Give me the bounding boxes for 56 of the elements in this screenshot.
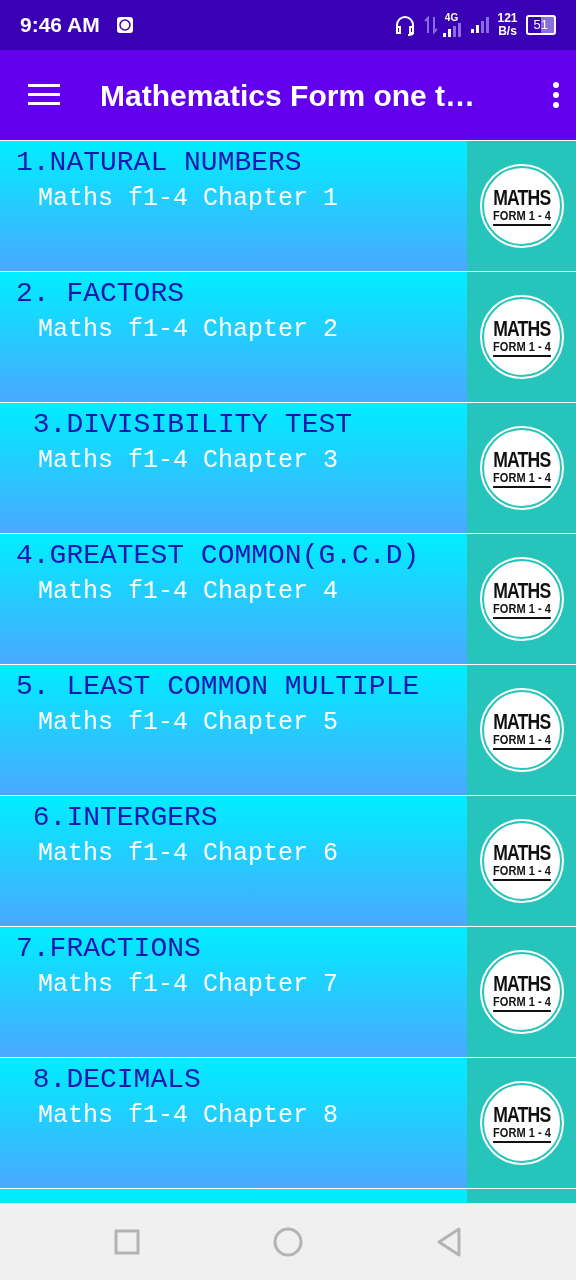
network-speed-text: 121	[497, 11, 518, 25]
logo-text: MATHS	[492, 448, 551, 471]
chapter-list-item[interactable]: 4.GREATEST COMMON(G.C.D) Maths f1-4 Chapter 4 MATHS FORM 1 - 4	[0, 534, 576, 664]
chapter-subtitle: Maths f1-4 Chapter 8	[38, 1100, 339, 1132]
logo-text: FORM 1 - 4	[492, 1125, 551, 1143]
chapter-title: 7.FRACTIONS	[16, 933, 201, 965]
chapter-list-item[interactable]: 7.FRACTIONS Maths f1-4 Chapter 7 MATHS FORM 1 - 4	[0, 927, 576, 1057]
more-options-icon[interactable]	[552, 81, 560, 109]
recent-apps-icon[interactable]	[114, 1228, 141, 1255]
chapter-title: 4.GREATEST COMMON(G.C.D)	[16, 540, 420, 572]
network-speed-unit: B/s	[498, 25, 517, 39]
chapter-list-item[interactable]: 3.DIVISIBILITY TEST Maths f1-4 Chapter 3 MATHS FORM 1 - 4	[0, 403, 576, 533]
signal-icon	[469, 17, 490, 33]
chapter-list-item[interactable]: 2. FACTORS Maths f1-4 Chapter 2 MATHS FORM 1 - 4	[0, 272, 576, 402]
chapter-subtitle: Maths f1-4 Chapter 7	[38, 969, 339, 1001]
battery-indicator: 51	[525, 15, 556, 35]
logo-text: FORM 1 - 4	[492, 863, 551, 881]
chapter-subtitle: Maths f1-4 Chapter 4	[38, 576, 339, 608]
headset-icon	[393, 14, 416, 36]
app-notification-icon	[115, 16, 134, 34]
logo-text: MATHS	[492, 186, 551, 209]
app-title: Mathematics Form one t…	[100, 77, 477, 114]
clock-text: 9:46 AM	[20, 12, 100, 39]
logo-text: FORM 1 - 4	[492, 994, 551, 1012]
data-arrows-icon	[423, 15, 438, 35]
logo-text: FORM 1 - 4	[492, 339, 551, 357]
logo-text: MATHS	[492, 841, 551, 864]
chapter-subtitle: Maths f1-4 Chapter 6	[38, 838, 339, 870]
logo-text: MATHS	[492, 710, 551, 733]
signal-icon	[441, 23, 462, 37]
home-icon[interactable]	[273, 1226, 303, 1257]
network-type-text: 4G	[444, 13, 459, 23]
chapter-subtitle: Maths f1-4 Chapter 2	[38, 314, 339, 346]
logo-text: FORM 1 - 4	[492, 470, 551, 488]
chapter-list-item[interactable]: 8.DECIMALS Maths f1-4 Chapter 8 MATHS FORM 1 - 4	[0, 1058, 576, 1188]
logo-text: FORM 1 - 4	[492, 732, 551, 750]
chapter-list-item[interactable]: 6.INTERGERS Maths f1-4 Chapter 6 MATHS FORM 1 - 4	[0, 796, 576, 926]
logo-text: MATHS	[492, 579, 551, 602]
logo-text: MATHS	[492, 317, 551, 340]
chapter-title: 1.NATURAL NUMBERS	[16, 147, 302, 179]
chapter-subtitle: Maths f1-4 Chapter 5	[38, 707, 339, 739]
logo-text: FORM 1 - 4	[492, 601, 551, 619]
chapter-subtitle: Maths f1-4 Chapter 3	[38, 445, 339, 477]
chapter-title: 2. FACTORS	[16, 278, 185, 310]
back-icon[interactable]	[435, 1226, 462, 1257]
logo-text: MATHS	[492, 972, 551, 995]
menu-icon[interactable]	[28, 83, 60, 107]
chapter-subtitle: Maths f1-4 Chapter 1	[38, 183, 339, 215]
chapter-title: 6.INTERGERS	[31, 802, 218, 834]
logo-text: FORM 1 - 4	[492, 208, 551, 226]
chapter-title: 5. LEAST COMMON MULTIPLE	[16, 671, 420, 703]
chapter-title: 3.DIVISIBILITY TEST	[31, 409, 353, 441]
chapter-list-item[interactable]: 5. LEAST COMMON MULTIPLE Maths f1-4 Chapter 5 MATHS FORM 1 - 4	[0, 665, 576, 795]
chapter-title: 8.DECIMALS	[31, 1064, 201, 1096]
logo-text: MATHS	[492, 1103, 551, 1126]
chapter-list-item[interactable]: 1.NATURAL NUMBERS Maths f1-4 Chapter 1 MATHS FORM 1 - 4	[0, 141, 576, 271]
